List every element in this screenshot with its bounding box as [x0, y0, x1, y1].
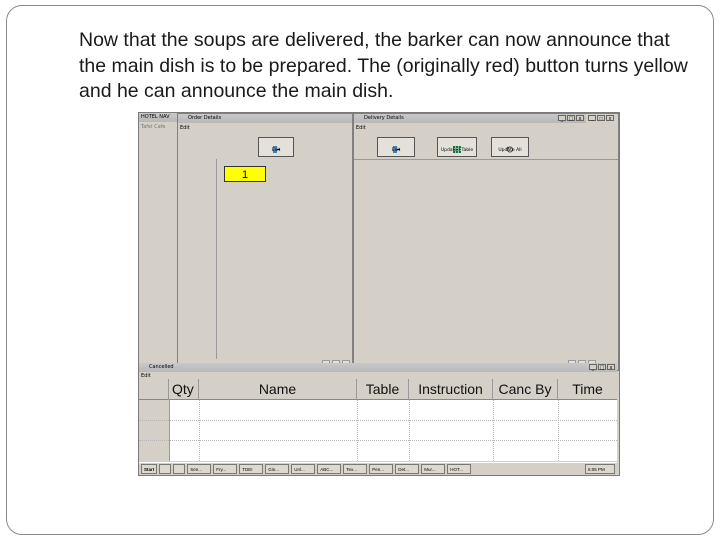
- app-screenshot: HOTEL NAV Tafel Cafe Order Details Edit …: [138, 112, 620, 476]
- column-header-time[interactable]: Time: [558, 379, 617, 400]
- taskbar-item[interactable]: ABC...: [317, 464, 342, 474]
- grid-window-title: Cancelled: [149, 364, 174, 370]
- update-icon: [506, 140, 514, 153]
- delivery-details-window: Delivery Details _ □ x _ □ x Edit Exit U…: [353, 113, 619, 371]
- grid-window-titlebar: Cancelled _ □ x: [139, 363, 617, 372]
- taskbar-item[interactable]: Pen...: [369, 464, 394, 474]
- order-exit-label: Exit: [271, 148, 281, 153]
- app-minimize-icon[interactable]: _: [588, 115, 596, 122]
- app-window-controls: _ □ x: [588, 115, 614, 122]
- start-button[interactable]: Start: [141, 464, 158, 474]
- order-details-title: Order Details: [188, 115, 222, 121]
- delivery-details-menu-edit[interactable]: Edit: [356, 125, 366, 131]
- taskbar-item[interactable]: HOT...: [447, 464, 472, 474]
- exit-door-icon: [392, 140, 400, 153]
- update-all-label: Update All: [498, 148, 522, 153]
- taskbar-item[interactable]: Det...: [395, 464, 420, 474]
- taskbar-item[interactable]: Tex...: [343, 464, 368, 474]
- orders-grid: Qty Name Table Instruction Canc By Time: [139, 379, 617, 461]
- column-divider: [558, 400, 559, 461]
- order-details-menu-edit[interactable]: Edit: [180, 125, 190, 131]
- main-titlebar: HOTEL NAV: [139, 113, 179, 122]
- taskbar-item[interactable]: Mur...: [421, 464, 446, 474]
- taskbar-item[interactable]: Fry...: [213, 464, 238, 474]
- delivery-exit-button[interactable]: Exit: [377, 137, 415, 157]
- column-header-canc-by[interactable]: Canc By: [493, 379, 558, 400]
- taskbar-item[interactable]: Gin...: [265, 464, 290, 474]
- grid-corner: [139, 379, 169, 400]
- grid-window-controls: _ □ x: [589, 364, 615, 371]
- slide-caption: Now that the soups are delivered, the ba…: [79, 29, 688, 102]
- update-all-button[interactable]: Update All: [491, 137, 529, 157]
- exit-door-icon: [272, 140, 280, 153]
- column-header-name[interactable]: Name: [199, 379, 357, 400]
- main-menu[interactable]: Tafel Cafe: [141, 124, 166, 130]
- taskbar-item[interactable]: TDEI: [239, 464, 264, 474]
- delivery-details-titlebar: Delivery Details _ □ x: [354, 114, 586, 123]
- close-icon[interactable]: x: [576, 115, 584, 122]
- delivery-exit-label: Exit: [391, 148, 401, 153]
- order-details-titlebar: Order Details: [178, 114, 352, 123]
- delivery-window-controls: _ □ x: [558, 115, 584, 122]
- taskbar-item[interactable]: Sen...: [187, 464, 212, 474]
- column-divider: [409, 400, 410, 461]
- column-divider: [199, 400, 200, 461]
- quick-launch-icon[interactable]: [159, 464, 172, 474]
- minimize-icon[interactable]: _: [589, 364, 597, 371]
- table-grid-icon: [453, 140, 461, 153]
- order-details-window: Order Details Edit Exit 1: [177, 113, 353, 371]
- column-divider: [493, 400, 494, 461]
- close-icon[interactable]: x: [607, 364, 615, 371]
- delivery-details-title: Delivery Details: [364, 115, 404, 121]
- app-maximize-icon[interactable]: □: [597, 115, 605, 122]
- order-exit-button[interactable]: Exit: [258, 137, 294, 157]
- minimize-icon[interactable]: _: [558, 115, 566, 122]
- main-dish-order-button[interactable]: 1: [224, 166, 266, 182]
- column-header-qty[interactable]: Qty: [169, 379, 199, 400]
- column-header-table[interactable]: Table: [357, 379, 409, 400]
- row-header-column: [139, 400, 170, 461]
- delivery-divider: [354, 159, 618, 160]
- updated-table-button[interactable]: Updated Table: [437, 137, 477, 157]
- maximize-icon[interactable]: □: [567, 115, 575, 122]
- updated-table-label: Updated Table: [440, 148, 474, 153]
- quick-launch-icon[interactable]: [173, 464, 186, 474]
- taskbar-clock: 6:05 PM: [585, 464, 615, 474]
- maximize-icon[interactable]: □: [598, 364, 606, 371]
- column-header-instruction[interactable]: Instruction: [409, 379, 493, 400]
- windows-taskbar: Start Sen... Fry... TDEI Gin... Unl... A…: [139, 462, 617, 475]
- order-list-area: [216, 159, 353, 359]
- taskbar-item[interactable]: Unl...: [291, 464, 316, 474]
- column-divider: [357, 400, 358, 461]
- main-title: HOTEL NAV: [141, 114, 170, 120]
- table-row[interactable]: [139, 420, 617, 421]
- table-row[interactable]: [139, 440, 617, 441]
- app-close-icon[interactable]: x: [606, 115, 614, 122]
